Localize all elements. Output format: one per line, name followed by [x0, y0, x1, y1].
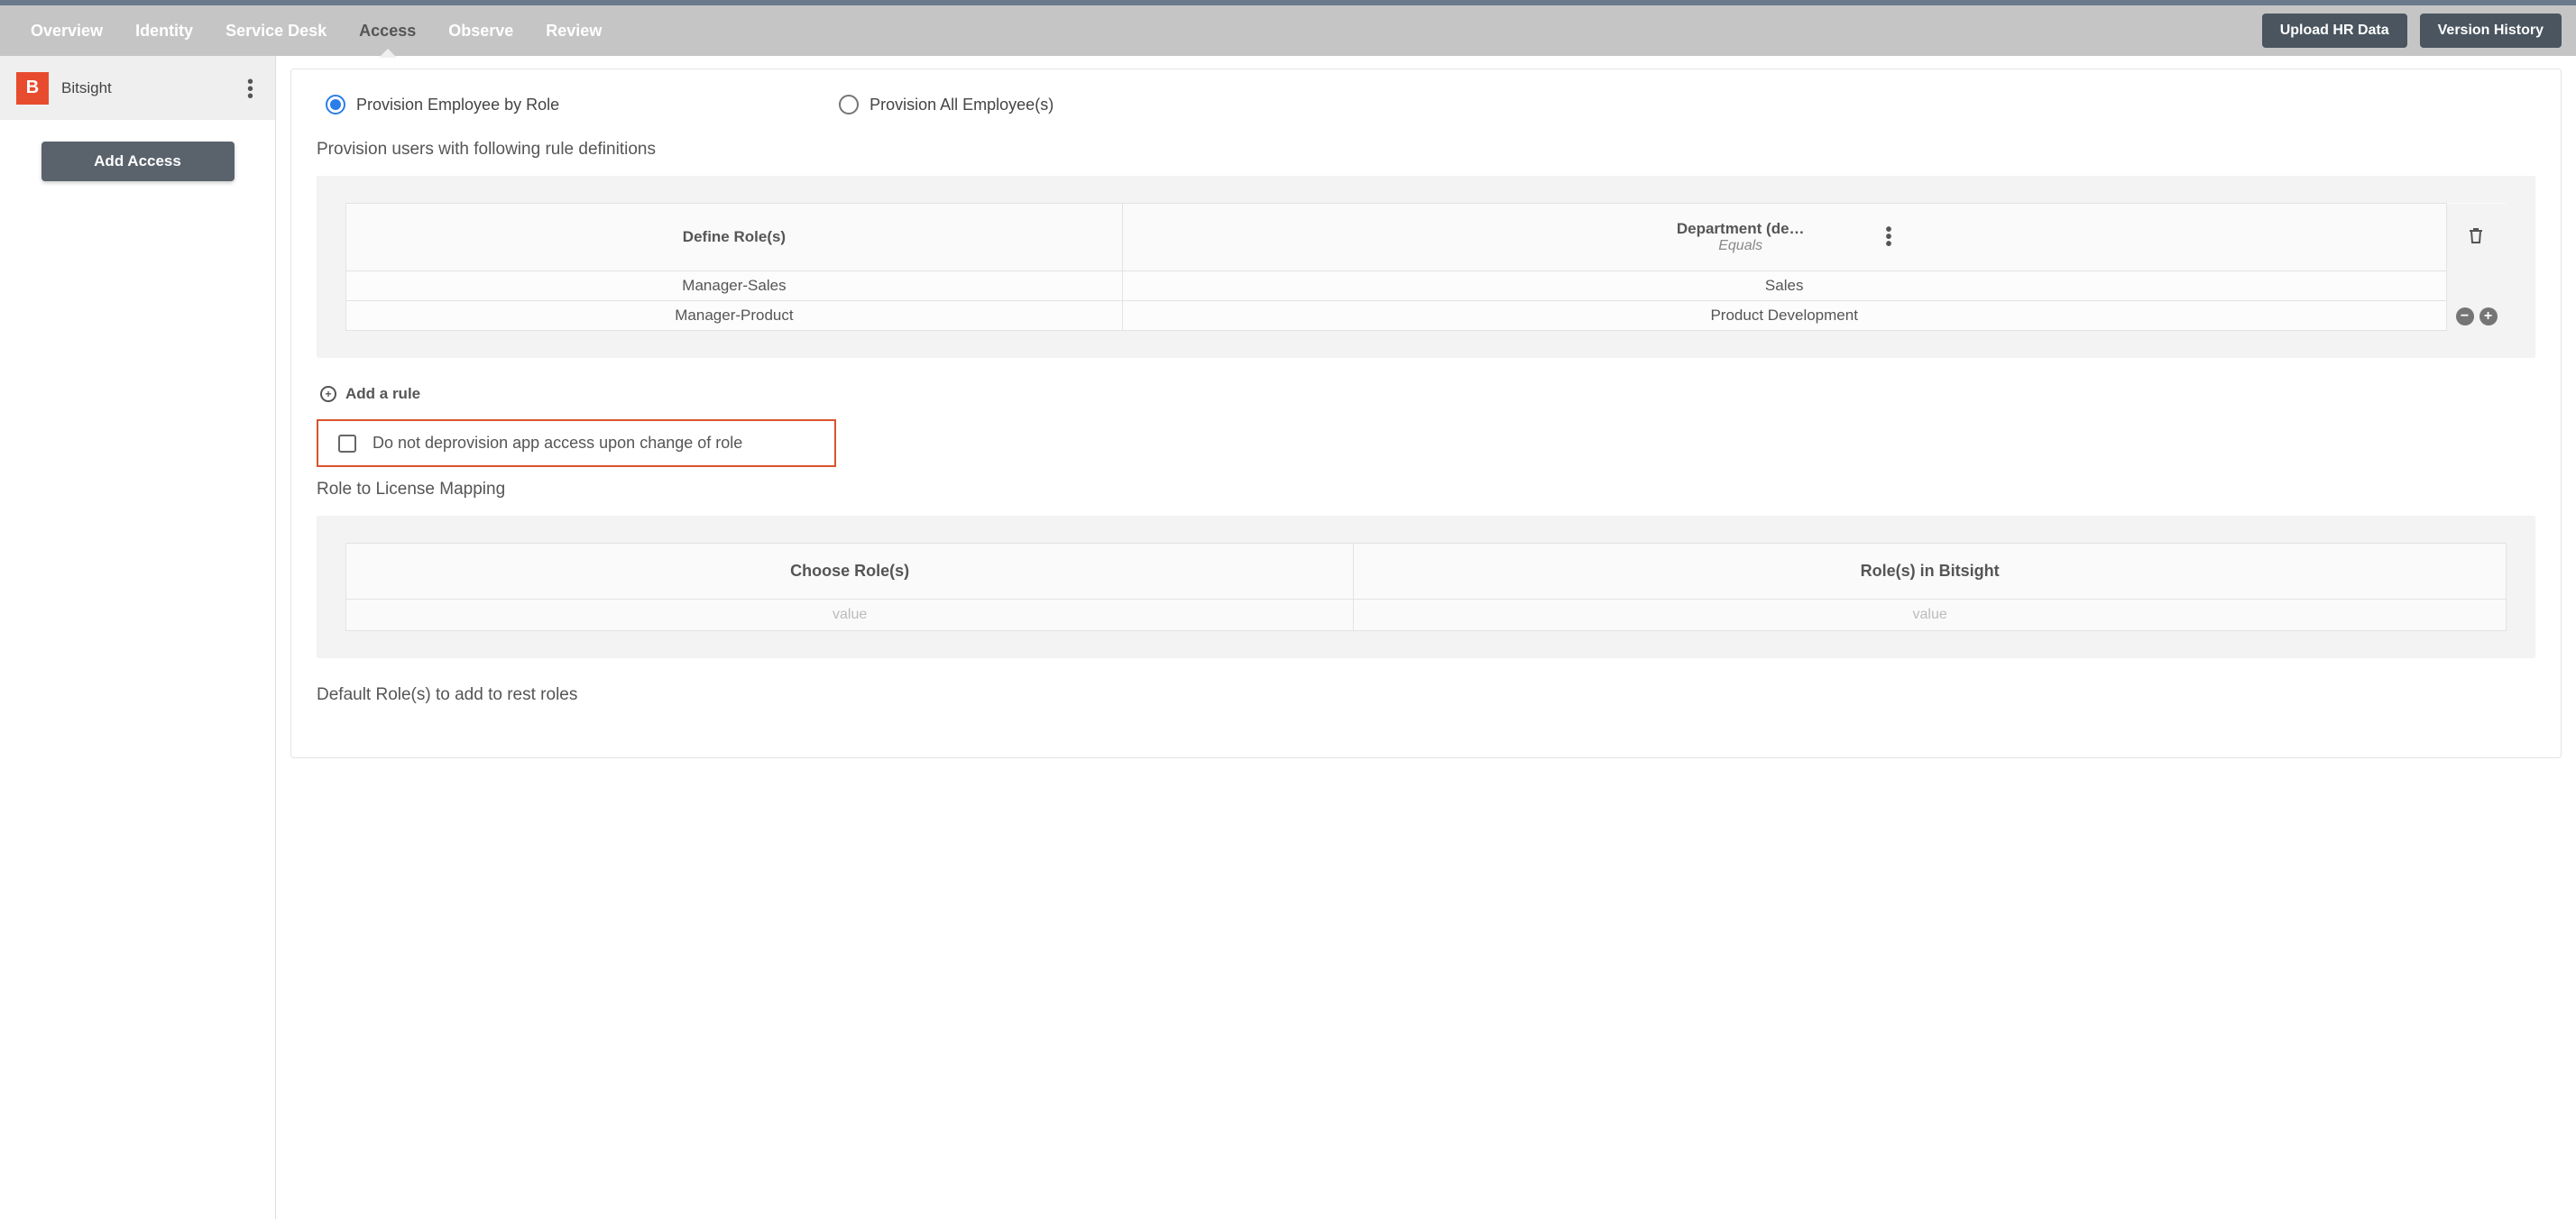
tab-label: Service Desk	[225, 22, 327, 41]
table-row: value value	[346, 600, 2507, 631]
col-header-label: Department (de…	[1677, 220, 1805, 238]
rule-table: Define Role(s) Department (de… Equals ••…	[345, 203, 2507, 331]
radio-label: Provision All Employee(s)	[869, 96, 1053, 115]
col-header-choose-roles: Choose Role(s)	[346, 544, 1354, 600]
section-title-default-roles: Default Role(s) to add to rest roles	[317, 685, 2535, 705]
tab-observe[interactable]: Observe	[432, 5, 529, 56]
col-header-actions	[2446, 204, 2507, 271]
col-header-roles: Define Role(s)	[346, 204, 1123, 271]
radio-label: Provision Employee by Role	[356, 96, 559, 115]
rule-panel: Define Role(s) Department (de… Equals ••…	[317, 176, 2535, 358]
table-row: Manager-Product Product Development − +	[346, 301, 2507, 331]
more-options-icon[interactable]: •••	[242, 70, 259, 105]
main-nav: Overview Identity Service Desk Access Ob…	[0, 5, 2576, 56]
remove-row-button[interactable]: −	[2456, 307, 2474, 325]
section-title-mapping: Role to License Mapping	[317, 480, 2535, 500]
upload-hr-data-button[interactable]: Upload HR Data	[2262, 14, 2407, 48]
dots-vertical-icon: •••	[247, 78, 253, 100]
col-header-department: Department (de… Equals •••	[1122, 204, 2446, 271]
deprovision-checkbox[interactable]	[338, 435, 356, 453]
tab-label: Identity	[135, 22, 193, 41]
add-rule-button[interactable]: + Add a rule	[317, 385, 2535, 403]
nav-actions: Upload HR Data Version History	[2262, 14, 2562, 48]
radio-provision-by-role[interactable]: Provision Employee by Role	[326, 95, 559, 115]
cell-role[interactable]: Manager-Sales	[346, 271, 1123, 301]
layout: B Bitsight ••• Add Access Provision Empl…	[0, 56, 2576, 1219]
add-access-button[interactable]: Add Access	[41, 142, 235, 181]
cell-actions: − +	[2446, 301, 2507, 331]
deprovision-highlight-box: Do not deprovision app access upon chang…	[317, 419, 836, 467]
app-name-label: Bitsight	[61, 79, 112, 97]
sidebar-app-item[interactable]: B Bitsight •••	[0, 56, 275, 120]
tab-label: Review	[546, 22, 602, 41]
tab-access[interactable]: Access	[343, 5, 432, 56]
col-header-sublabel: Equals	[1677, 238, 1805, 254]
sidebar: B Bitsight ••• Add Access	[0, 56, 276, 1219]
mapping-table: Choose Role(s) Role(s) in Bitsight value…	[345, 543, 2507, 631]
nav-tabs: Overview Identity Service Desk Access Ob…	[14, 5, 618, 56]
cell-app-role[interactable]: value	[1354, 600, 2507, 631]
main-content: Provision Employee by Role Provision All…	[276, 56, 2576, 1219]
cell-actions	[2446, 271, 2507, 301]
tab-label: Access	[359, 22, 416, 41]
column-options-icon[interactable]: •••	[1886, 226, 1892, 248]
trash-icon[interactable]	[2467, 225, 2485, 250]
deprovision-checkbox-label: Do not deprovision app access upon chang…	[373, 434, 742, 453]
add-row-button[interactable]: +	[2479, 307, 2498, 325]
add-rule-label: Add a rule	[345, 385, 420, 403]
cell-dept[interactable]: Sales	[1122, 271, 2446, 301]
tab-service-desk[interactable]: Service Desk	[209, 5, 343, 56]
version-history-button[interactable]: Version History	[2420, 14, 2562, 48]
radio-icon	[839, 95, 859, 115]
cell-choose-role[interactable]: value	[346, 600, 1354, 631]
section-title-rules: Provision users with following rule defi…	[317, 140, 2535, 160]
tab-label: Overview	[31, 22, 103, 41]
radio-provision-all[interactable]: Provision All Employee(s)	[839, 95, 1053, 115]
plus-circle-icon: +	[320, 386, 336, 402]
radio-icon	[326, 95, 345, 115]
tab-label: Observe	[448, 22, 513, 41]
tab-identity[interactable]: Identity	[119, 5, 209, 56]
tab-overview[interactable]: Overview	[14, 5, 119, 56]
mapping-panel: Choose Role(s) Role(s) in Bitsight value…	[317, 516, 2535, 658]
app-logo-icon: B	[16, 72, 49, 105]
col-header-roles-in-app: Role(s) in Bitsight	[1354, 544, 2507, 600]
access-card: Provision Employee by Role Provision All…	[290, 69, 2562, 758]
col-header-label: Define Role(s)	[683, 228, 786, 245]
table-row: Manager-Sales Sales	[346, 271, 2507, 301]
cell-role[interactable]: Manager-Product	[346, 301, 1123, 331]
tab-review[interactable]: Review	[529, 5, 618, 56]
provision-mode-radio-group: Provision Employee by Role Provision All…	[317, 95, 2535, 115]
cell-dept[interactable]: Product Development	[1122, 301, 2446, 331]
